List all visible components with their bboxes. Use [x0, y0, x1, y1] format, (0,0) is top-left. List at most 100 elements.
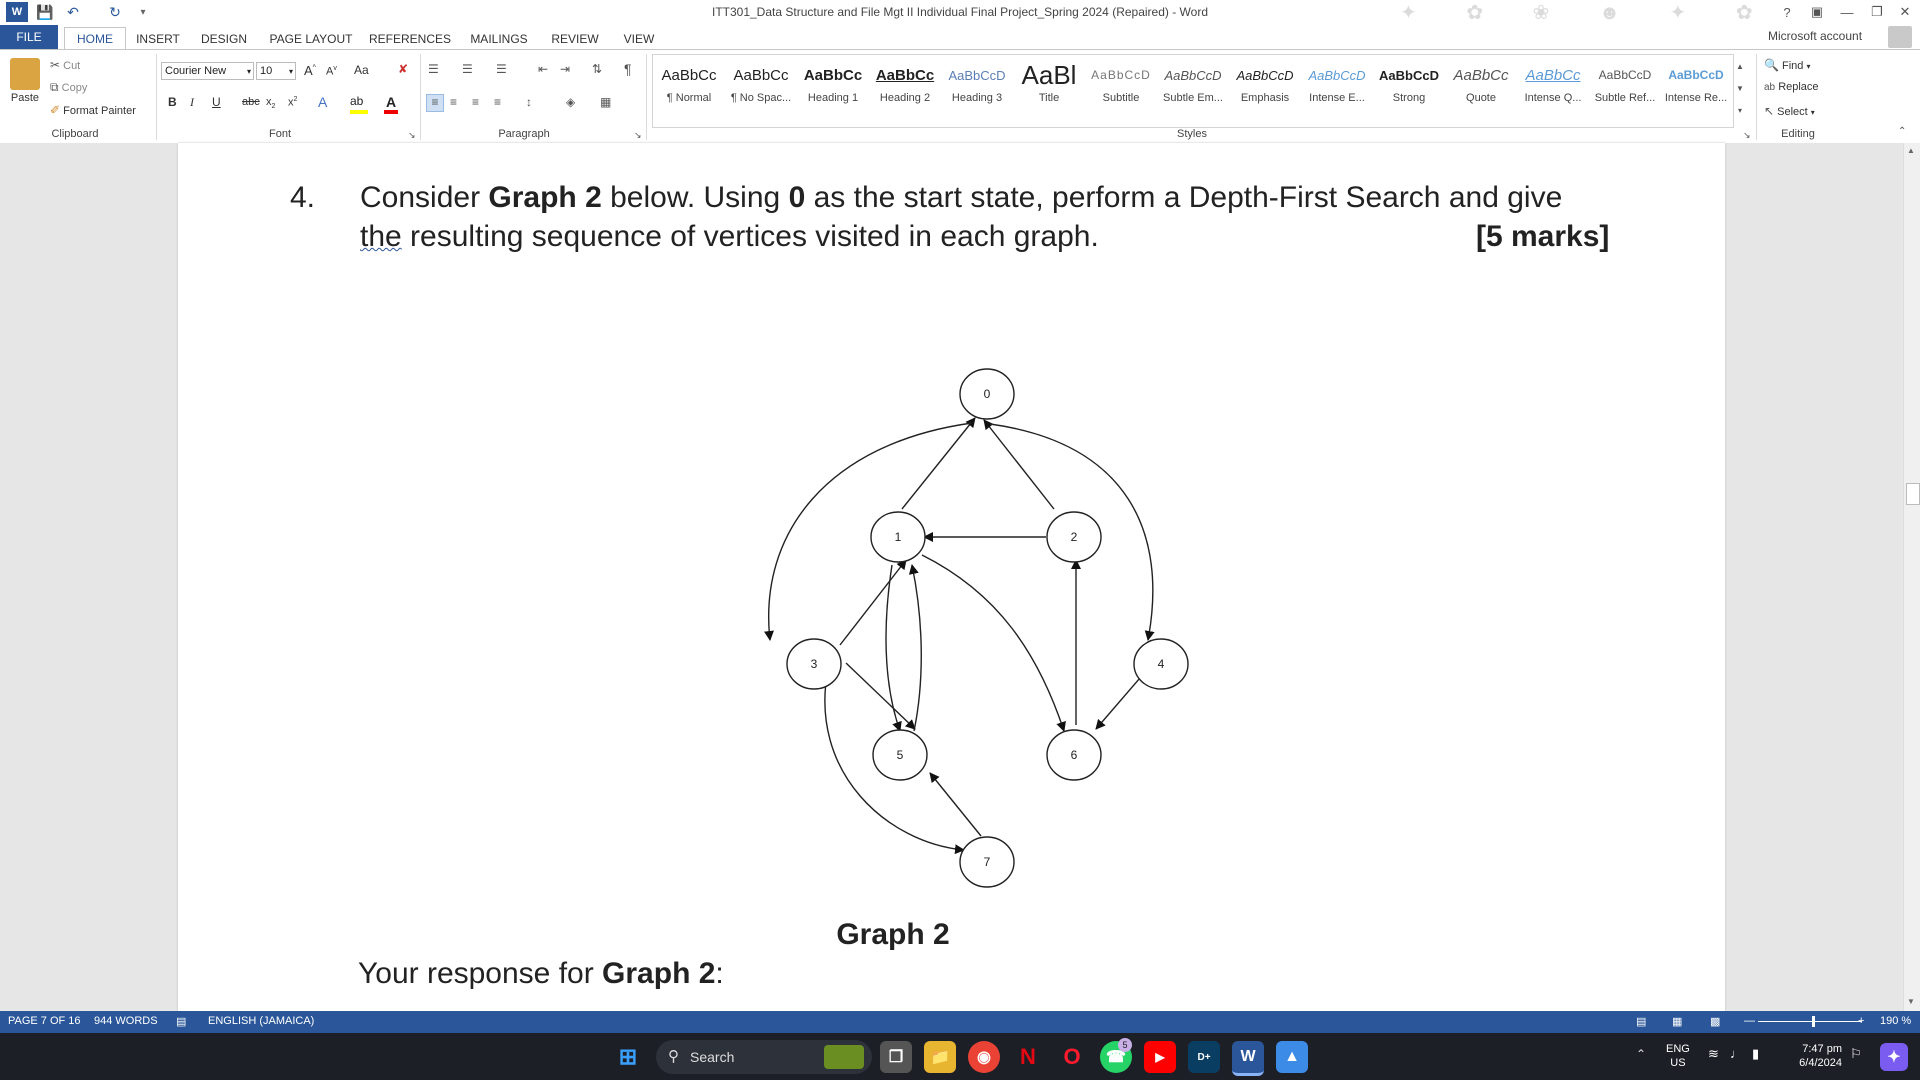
language-indicator[interactable]: ENGLISH (JAMAICA): [208, 1015, 314, 1027]
tab-design[interactable]: DESIGN: [194, 29, 254, 49]
zoom-level[interactable]: 190 %: [1880, 1015, 1911, 1027]
avatar[interactable]: [1888, 26, 1912, 48]
zoom-slider[interactable]: [1758, 1021, 1862, 1022]
shading-icon[interactable]: ◈: [566, 95, 575, 109]
input-language[interactable]: ENG US: [1666, 1042, 1690, 1070]
task-view-icon[interactable]: ❐: [880, 1041, 912, 1073]
windows-start-icon[interactable]: ⊞: [612, 1041, 644, 1073]
styles-dialog-launcher-icon[interactable]: ↘: [1743, 130, 1751, 141]
grow-font-button[interactable]: A^: [304, 63, 316, 78]
align-left-icon[interactable]: ≡: [426, 94, 444, 112]
italic-button[interactable]: I: [190, 95, 194, 110]
style-subtitle[interactable]: AaBbCcD Subtitle: [1086, 58, 1156, 122]
zoom-in-button[interactable]: +: [1858, 1015, 1864, 1027]
account-name[interactable]: Microsoft account: [1768, 29, 1862, 43]
style-no-spacing[interactable]: AaBbCc ¶ No Spac...: [726, 58, 796, 122]
read-mode-icon[interactable]: ▤: [1636, 1015, 1646, 1028]
strikethrough-button[interactable]: abc: [242, 96, 260, 108]
underline-button[interactable]: U: [212, 95, 221, 109]
find-button[interactable]: 🔍 Find ▾: [1764, 58, 1811, 72]
clear-formatting-icon[interactable]: ✘: [398, 62, 408, 76]
battery-icon[interactable]: ▮: [1752, 1046, 1759, 1062]
cut-button[interactable]: ✂ Cut: [50, 58, 80, 72]
style-emphasis[interactable]: AaBbCcD Emphasis: [1230, 58, 1300, 122]
taskbar-search[interactable]: ⚲ Search: [656, 1040, 872, 1074]
select-button[interactable]: ↖ Select ▾: [1764, 104, 1815, 118]
shrink-font-button[interactable]: Av: [326, 65, 337, 78]
tab-review[interactable]: REVIEW: [544, 29, 606, 49]
text-effects-button[interactable]: A: [318, 94, 327, 110]
ribbon-display-options-icon[interactable]: ▣: [1800, 1, 1834, 23]
numbering-icon[interactable]: ☰: [462, 62, 473, 76]
tab-view[interactable]: VIEW: [616, 29, 662, 49]
close-button[interactable]: ✕: [1888, 1, 1920, 23]
style-strong[interactable]: AaBbCcD Strong: [1374, 58, 1444, 122]
style-quote[interactable]: AaBbCc Quote: [1446, 58, 1516, 122]
borders-icon[interactable]: ▦: [600, 95, 611, 109]
change-case-button[interactable]: Aa: [354, 63, 369, 77]
tab-file[interactable]: FILE: [0, 25, 58, 49]
collapse-ribbon-icon[interactable]: ⌃: [1898, 126, 1906, 137]
style-heading-3[interactable]: AaBbCcD Heading 3: [942, 58, 1012, 122]
file-explorer-icon[interactable]: 📁: [924, 1041, 956, 1073]
wifi-icon[interactable]: ≋: [1708, 1046, 1719, 1062]
grammar-flagged-word[interactable]: the: [360, 220, 402, 253]
paragraph-dialog-launcher-icon[interactable]: ↘: [634, 130, 642, 141]
tab-references[interactable]: REFERENCES: [368, 29, 452, 49]
photos-icon[interactable]: ▲: [1276, 1041, 1308, 1073]
style-intense-quote[interactable]: AaBbCc Intense Q...: [1518, 58, 1588, 122]
page-indicator[interactable]: PAGE 7 OF 16: [8, 1015, 81, 1027]
styles-scroll[interactable]: ▲ ▼ ▾: [1733, 56, 1746, 124]
copilot-icon[interactable]: ✦: [1880, 1043, 1908, 1071]
sort-icon[interactable]: ⇅: [592, 62, 602, 76]
bullets-icon[interactable]: ☰: [428, 62, 439, 76]
align-right-icon[interactable]: ≡: [472, 95, 479, 109]
minimize-button[interactable]: —: [1830, 1, 1864, 23]
opera-icon[interactable]: O: [1056, 1041, 1088, 1073]
notifications-icon[interactable]: ⚐: [1850, 1046, 1862, 1062]
highlight-color-button[interactable]: ab: [350, 94, 368, 114]
increase-indent-icon[interactable]: ⇥: [560, 62, 570, 76]
vertical-scrollbar[interactable]: ▲ ▼: [1903, 143, 1920, 1011]
subscript-button[interactable]: x2: [266, 96, 275, 110]
word-taskbar-icon[interactable]: W: [1232, 1041, 1264, 1076]
paste-button[interactable]: Paste: [10, 58, 40, 104]
style-subtle-emphasis[interactable]: AaBbCcD Subtle Em...: [1158, 58, 1228, 122]
disney-plus-icon[interactable]: D+: [1188, 1041, 1220, 1073]
replace-button[interactable]: ab Replace: [1764, 81, 1819, 93]
zoom-slider-thumb[interactable]: [1812, 1016, 1815, 1027]
style-title[interactable]: AaBl Title: [1014, 58, 1084, 122]
help-button[interactable]: ?: [1770, 1, 1804, 23]
bold-button[interactable]: B: [168, 95, 177, 109]
style-normal[interactable]: AaBbCc ¶ Normal: [654, 58, 724, 122]
tab-insert[interactable]: INSERT: [132, 29, 184, 49]
scrollbar-thumb[interactable]: [1906, 483, 1920, 505]
chevron-up-icon[interactable]: ⌃: [1636, 1047, 1646, 1061]
volume-icon[interactable]: ♩: [1730, 1046, 1743, 1061]
tab-page-layout[interactable]: PAGE LAYOUT: [266, 29, 356, 49]
style-heading-1[interactable]: AaBbCc Heading 1: [798, 58, 868, 122]
web-layout-icon[interactable]: ▩: [1710, 1015, 1720, 1028]
font-size-select[interactable]: 10 ▾: [256, 62, 296, 80]
justify-icon[interactable]: ≡: [494, 95, 501, 109]
document-page[interactable]: 4. Consider Graph 2 below. Using 0 as th…: [178, 143, 1725, 1011]
font-name-select[interactable]: Courier New ▾: [161, 62, 254, 80]
youtube-icon[interactable]: ▶: [1144, 1041, 1176, 1073]
style-intense-reference[interactable]: AaBbCcD Intense Re...: [1662, 58, 1730, 122]
superscript-button[interactable]: x2: [288, 96, 297, 109]
multilevel-list-icon[interactable]: ☰: [496, 62, 507, 76]
chrome-icon[interactable]: ◉: [968, 1041, 1000, 1073]
style-intense-emphasis[interactable]: AaBbCcD Intense E...: [1302, 58, 1372, 122]
decrease-indent-icon[interactable]: ⇤: [538, 62, 548, 76]
format-painter-button[interactable]: ✐ Format Painter: [50, 103, 136, 117]
copy-button[interactable]: ⧉ Copy: [50, 80, 87, 95]
netflix-icon[interactable]: N: [1012, 1041, 1044, 1073]
scroll-down-icon[interactable]: ▼: [1907, 997, 1915, 1006]
align-center-icon[interactable]: ≡: [450, 95, 457, 109]
font-color-button[interactable]: A: [384, 94, 398, 114]
proofing-icon[interactable]: ▤: [176, 1015, 186, 1028]
line-spacing-icon[interactable]: ↕: [526, 95, 532, 109]
font-dialog-launcher-icon[interactable]: ↘: [408, 130, 416, 141]
print-layout-icon[interactable]: ▦: [1672, 1015, 1682, 1028]
zoom-out-button[interactable]: —: [1744, 1015, 1755, 1027]
